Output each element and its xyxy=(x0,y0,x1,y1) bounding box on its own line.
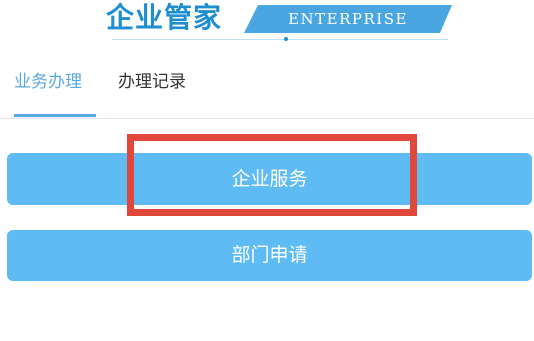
enterprise-service-button[interactable]: 企业服务 xyxy=(7,153,532,205)
brand-divider xyxy=(112,39,448,40)
page: 企业管家 ENTERPRISE 业务办理 办理记录 企业服务 部门申请 xyxy=(0,0,534,341)
brand-dot xyxy=(284,37,288,41)
header-banner: 企业管家 ENTERPRISE xyxy=(0,0,534,44)
tab-bar: 业务办理 办理记录 xyxy=(0,62,534,118)
tabs-divider xyxy=(0,118,534,119)
active-tab-indicator xyxy=(14,114,96,117)
tab-business[interactable]: 业务办理 xyxy=(14,66,82,98)
brand-title: 企业管家 xyxy=(106,1,223,34)
tab-records[interactable]: 办理记录 xyxy=(118,66,186,98)
department-apply-button[interactable]: 部门申请 xyxy=(7,230,532,281)
brand-tag: ENTERPRISE xyxy=(244,5,452,33)
brand-subtitle: ENTERPRISE xyxy=(288,10,408,28)
